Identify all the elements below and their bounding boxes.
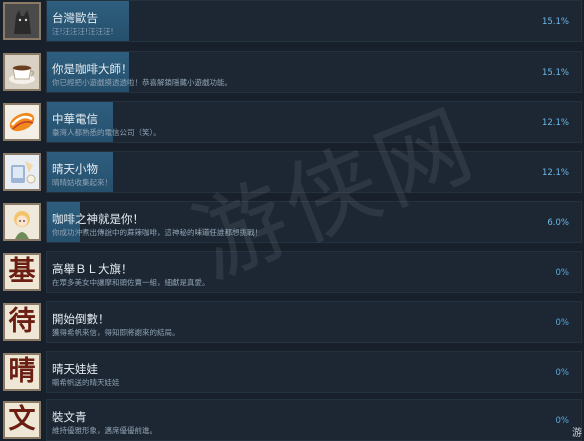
achievement-card: 晴天娃娃 贈希帆送的晴天娃娃 0% [46, 351, 582, 393]
coffee-cup-icon [3, 53, 41, 91]
achievement-title: 開始倒數！ [52, 312, 110, 326]
telecom-logo-icon [3, 103, 41, 141]
unlock-percentage: 12.1% [541, 168, 569, 178]
corner-watermark: 游 [572, 428, 582, 439]
chibi-girl-icon [3, 203, 41, 241]
kanji-ji-icon: 基 [3, 253, 41, 291]
kanji-dai-icon: 待 [3, 303, 41, 341]
phone-charm-icon [3, 153, 41, 191]
unlock-percentage: 15.1% [541, 17, 569, 27]
achievement-description: 維持優雅形象，邁席優優前進。 [52, 426, 157, 435]
unlock-percentage: 12.1% [541, 118, 569, 128]
achievement-card: 高舉ＢＬ大旗！ 在眾多美女中讓摩和頭佐賣一組，細獻是真愛。 0% [46, 251, 582, 293]
achievement-card: 台灣歐告 汪!汪汪汪!汪汪汪! 15.1% [46, 0, 582, 42]
achievement-row[interactable]: 晴天小物 晴晴姑收集起來！ 12.1% [0, 151, 584, 195]
achievement-row[interactable]: 基 高舉ＢＬ大旗！ 在眾多美女中讓摩和頭佐賣一組，細獻是真愛。 0% [0, 251, 584, 295]
achievement-card: 晴天小物 晴晴姑收集起來！ 12.1% [46, 151, 582, 193]
achievement-list: 台灣歐告 汪!汪汪汪!汪汪汪! 15.1% 你是咖啡大師！ 你已經把小遊戲摸透透… [0, 0, 584, 441]
achievement-title: 晴天娃娃 [52, 362, 98, 376]
gray-cat-icon [3, 2, 41, 40]
unlock-percentage: 0% [555, 368, 570, 378]
achievement-title: 咖啡之神就是你！ [52, 212, 144, 226]
achievement-title: 中華電信 [52, 112, 98, 126]
achievement-title: 高舉ＢＬ大旗！ [52, 262, 133, 276]
achievement-description: 晴晴姑收集起來！ [52, 178, 112, 187]
achievement-description: 獲得希帆來信，得知即將謝來的結局。 [52, 328, 180, 337]
achievement-description: 在眾多美女中讓摩和頭佐賣一組，細獻是真愛。 [52, 278, 210, 287]
achievement-card: 裝文青 維持優雅形象，邁席優優前進。 0% [46, 399, 582, 441]
achievement-description: 你成功沖煮出傳說中的蔴辣咖啡，這神秘的味道任誰都想挑戰！ [52, 228, 262, 237]
unlock-percentage: 0% [555, 318, 570, 328]
achievement-title: 裝文青 [52, 410, 87, 424]
achievement-row[interactable]: 晴 晴天娃娃 贈希帆送的晴天娃娃 0% [0, 351, 584, 395]
achievement-description: 贈希帆送的晴天娃娃 [52, 378, 120, 387]
achievement-card: 開始倒數！ 獲得希帆來信，得知即將謝來的結局。 0% [46, 301, 582, 343]
kanji-wen-icon: 文 [3, 401, 41, 439]
achievement-card: 咖啡之神就是你！ 你成功沖煮出傳說中的蔴辣咖啡，這神秘的味道任誰都想挑戰！ 6.… [46, 201, 582, 243]
achievement-title: 台灣歐告 [52, 11, 98, 25]
achievement-row[interactable]: 你是咖啡大師！ 你已經把小遊戲摸透透啦！恭喜解鎖隱藏小遊戲功能。 15.1% [0, 51, 584, 95]
achievement-description: 汪!汪汪汪!汪汪汪! [52, 27, 114, 36]
achievement-row[interactable]: 中華電信 臺灣人都熟悉的電信公司（笑）。 12.1% [0, 101, 584, 145]
achievement-title: 你是咖啡大師！ [52, 62, 133, 76]
achievement-description: 你已經把小遊戲摸透透啦！恭喜解鎖隱藏小遊戲功能。 [52, 78, 232, 87]
achievement-card: 中華電信 臺灣人都熟悉的電信公司（笑）。 12.1% [46, 101, 582, 143]
achievement-row[interactable]: 咖啡之神就是你！ 你成功沖煮出傳說中的蔴辣咖啡，這神秘的味道任誰都想挑戰！ 6.… [0, 201, 584, 245]
achievement-title: 晴天小物 [52, 162, 98, 176]
achievement-row[interactable]: 待 開始倒數！ 獲得希帆來信，得知即將謝來的結局。 0% [0, 301, 584, 345]
unlock-percentage: 6.0% [547, 218, 569, 228]
unlock-percentage: 15.1% [541, 68, 569, 78]
achievement-row[interactable]: 文 裝文青 維持優雅形象，邁席優優前進。 0% [0, 399, 584, 441]
achievement-description: 臺灣人都熟悉的電信公司（笑）。 [52, 128, 161, 137]
unlock-percentage: 0% [555, 268, 570, 278]
achievement-card: 你是咖啡大師！ 你已經把小遊戲摸透透啦！恭喜解鎖隱藏小遊戲功能。 15.1% [46, 51, 582, 93]
unlock-percentage: 0% [555, 416, 570, 426]
achievement-row[interactable]: 台灣歐告 汪!汪汪汪!汪汪汪! 15.1% [0, 0, 584, 44]
kanji-qing-icon: 晴 [3, 353, 41, 391]
